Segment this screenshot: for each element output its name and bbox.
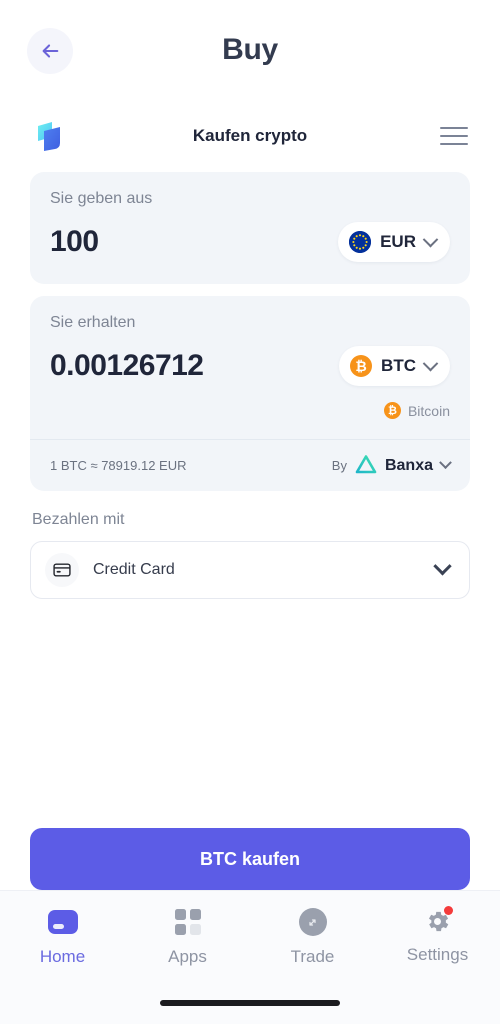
provider-by-label: By	[331, 458, 347, 473]
tab-settings[interactable]: Settings	[375, 906, 500, 965]
rate-bar: 1 BTC ≈ 78919.12 EUR By Banxa	[30, 439, 470, 491]
payment-label: Bezahlen mit	[32, 511, 125, 528]
bitcoin-icon: ₿	[350, 355, 373, 377]
provider-selector[interactable]: By Banxa	[331, 454, 452, 477]
spend-label: Sie geben aus	[50, 190, 153, 207]
home-indicator	[160, 1000, 340, 1006]
tab-home-label: Home	[39, 947, 86, 966]
main-content: Sie geben aus 100 EUR Sie erhalten 0.001…	[0, 172, 500, 688]
app-logo-icon	[30, 117, 68, 155]
tab-home[interactable]: Home	[0, 907, 125, 967]
home-icon	[47, 907, 78, 937]
spend-currency-selector[interactable]: EUR	[338, 222, 450, 262]
receive-label: Sie erhalten	[50, 314, 136, 331]
receive-card: Sie erhalten ₿ BTC ₿ Bitcoin 1 BTC ≈ 789…	[30, 296, 470, 491]
receive-currency-label: BTC	[381, 356, 416, 375]
top-app-bar: Buy	[0, 0, 500, 100]
page-title: Buy	[222, 33, 278, 66]
bottom-tab-bar: Home Apps Trade Settings	[0, 890, 500, 1024]
receive-amount-input[interactable]	[50, 349, 310, 383]
banxa-triangle-icon	[355, 454, 377, 477]
spend-amount-input[interactable]	[50, 225, 310, 259]
buy-crypto-screen: Buy Kaufen crypto Sie geben aus 100 EUR …	[0, 0, 500, 1024]
chevron-down-icon	[422, 231, 439, 247]
widget-header: Kaufen crypto	[0, 100, 500, 172]
tab-settings-label: Settings	[406, 945, 469, 964]
spend-currency-label: EUR	[380, 232, 416, 251]
arrow-left-icon	[42, 44, 59, 58]
coin-full-name: Bitcoin	[407, 402, 450, 419]
tab-apps[interactable]: Apps	[125, 907, 250, 967]
apps-grid-icon	[173, 907, 203, 937]
chevron-down-icon	[433, 556, 452, 575]
receive-currency-selector[interactable]: ₿ BTC	[339, 346, 450, 386]
credit-card-icon	[45, 553, 79, 587]
back-button[interactable]	[27, 28, 73, 74]
widget-title: Kaufen crypto	[192, 126, 308, 145]
exchange-rate-text: 1 BTC ≈ 78919.12 EUR	[50, 458, 187, 473]
spend-card: Sie geben aus 100 EUR	[30, 172, 470, 284]
payment-method-selector[interactable]: Credit Card	[30, 541, 470, 599]
gear-icon	[424, 906, 453, 935]
settings-notification-badge	[443, 906, 453, 915]
coin-full-name-row: ₿ Bitcoin	[50, 402, 450, 419]
trade-arrows-icon	[298, 907, 328, 937]
cta-container: BTC kaufen	[0, 828, 500, 890]
hamburger-menu-icon[interactable]	[440, 124, 470, 148]
chevron-down-icon	[439, 456, 452, 470]
tab-apps-label: Apps	[168, 947, 207, 966]
buy-button[interactable]: BTC kaufen	[30, 828, 470, 890]
eur-flag-icon	[349, 231, 372, 253]
payment-method-name: Credit Card	[93, 561, 175, 578]
tab-trade[interactable]: Trade	[250, 907, 375, 967]
bitcoin-icon: ₿	[383, 402, 401, 419]
chevron-down-icon	[422, 355, 439, 371]
tab-trade-label: Trade	[290, 947, 335, 966]
provider-name: Banxa	[384, 456, 433, 474]
